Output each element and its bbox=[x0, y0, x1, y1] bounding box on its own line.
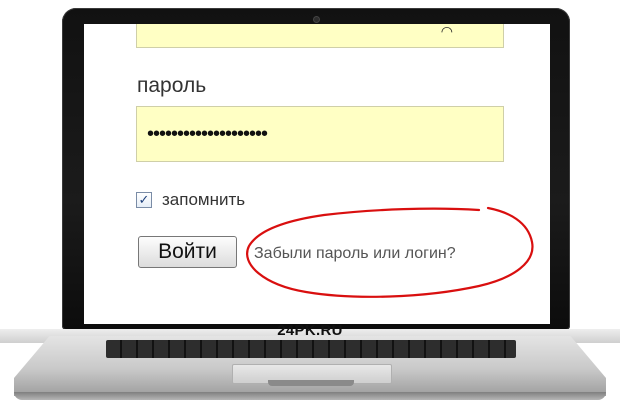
front-notch bbox=[268, 380, 354, 386]
annotation-circle bbox=[246, 206, 534, 298]
login-field[interactable]: ◠ bbox=[136, 24, 504, 48]
laptop-bottom-edge bbox=[14, 392, 606, 400]
laptop-screen: ◠ пароль •••••••••••••••••••• ✓ запомнит… bbox=[84, 24, 550, 324]
password-label: пароль bbox=[137, 74, 207, 97]
forgot-password-link[interactable]: Забыли пароль или логин? bbox=[254, 245, 456, 263]
password-field[interactable]: •••••••••••••••••••• bbox=[136, 106, 504, 162]
remember-label: запомнить bbox=[162, 190, 246, 209]
watermark: 24PK.RU bbox=[277, 322, 343, 339]
remember-checkbox[interactable]: ✓ bbox=[136, 192, 152, 208]
field-cursor-icon: ◠ bbox=[440, 24, 453, 39]
keyboard bbox=[106, 340, 516, 358]
webcam-icon bbox=[313, 16, 320, 23]
login-button[interactable]: Войти bbox=[138, 236, 237, 268]
